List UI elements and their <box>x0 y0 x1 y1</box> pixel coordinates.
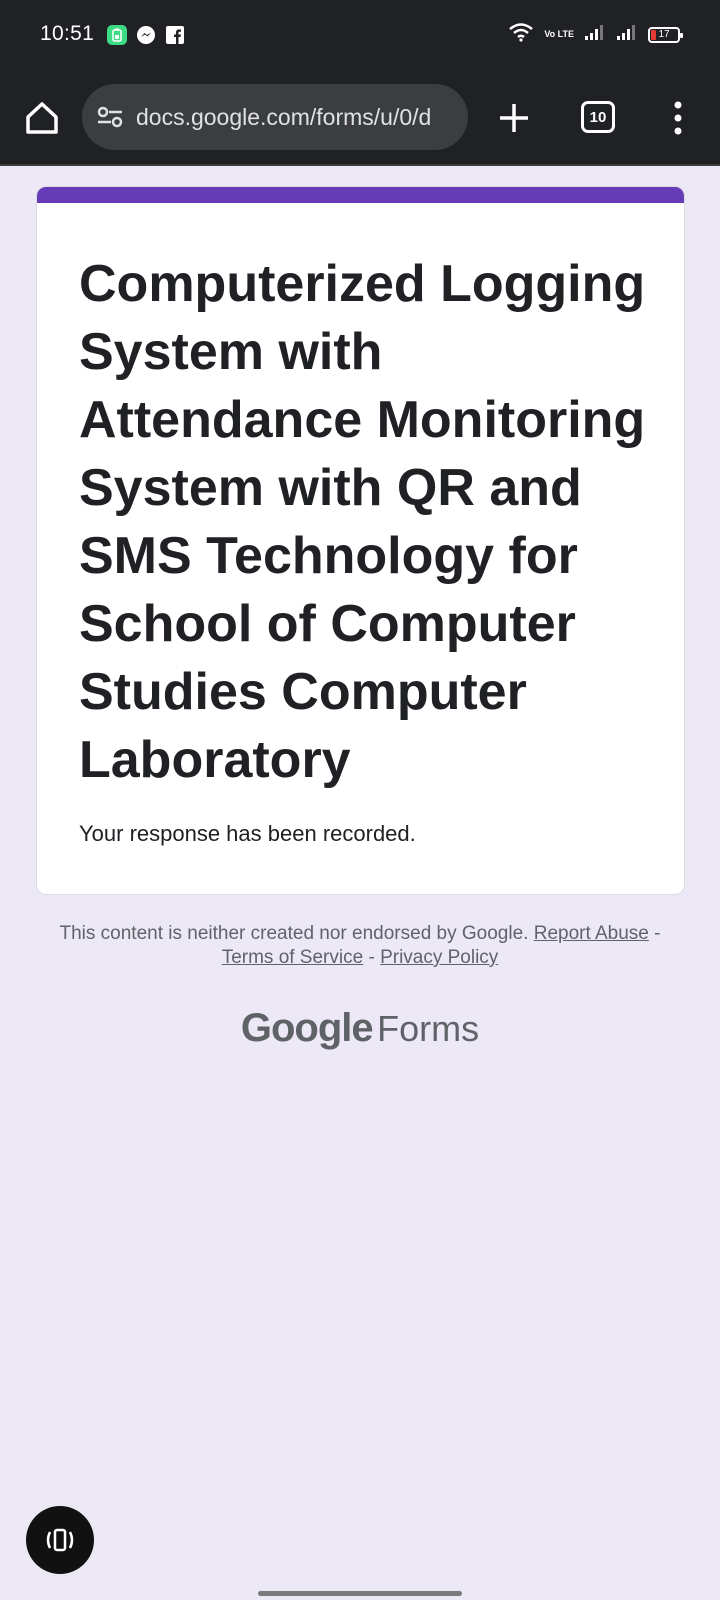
facebook-icon <box>165 25 185 45</box>
status-time: 10:51 <box>40 22 95 45</box>
site-settings-icon[interactable] <box>96 104 124 135</box>
browser-toolbar: docs.google.com/forms/u/0/d 10 <box>0 70 720 166</box>
plus-icon <box>500 104 528 132</box>
address-bar[interactable]: docs.google.com/forms/u/0/d <box>82 84 468 150</box>
battery-saver-icon <box>107 25 127 45</box>
home-button[interactable] <box>22 98 62 138</box>
card-accent-bar <box>37 187 684 203</box>
form-title: Computerized Logging System with Attenda… <box>79 255 646 789</box>
url-text[interactable]: docs.google.com/forms/u/0/d <box>136 104 431 131</box>
tab-switcher-button[interactable]: 10 <box>581 101 615 133</box>
form-card: Computerized Logging System with Attenda… <box>36 186 685 895</box>
home-icon <box>26 102 58 134</box>
disclaimer-text: This content is neither created nor endo… <box>59 923 529 944</box>
messenger-icon <box>136 25 156 45</box>
gesture-bar[interactable] <box>258 1591 462 1596</box>
brand-google: Google <box>240 1006 374 1050</box>
signal-icon <box>584 23 606 46</box>
more-vert-icon <box>674 101 682 135</box>
footer: This content is neither created nor endo… <box>50 922 670 970</box>
privacy-link[interactable]: Privacy Policy <box>380 947 498 968</box>
separator: - <box>654 923 661 944</box>
battery-icon: 17 <box>648 26 683 43</box>
terms-link[interactable]: Terms of Service <box>222 947 363 968</box>
confirmation-message: Your response has been recorded. <box>79 821 416 846</box>
phone-rotate-icon <box>46 1528 74 1552</box>
signal-icon-2 <box>616 23 638 46</box>
brand-forms: Forms <box>377 1008 480 1049</box>
screen-rotate-button[interactable] <box>26 1506 94 1574</box>
status-bar: 10:51 Vo LTE 17 <box>0 0 720 70</box>
battery-level: 17 <box>658 29 670 40</box>
separator: - <box>368 947 375 968</box>
volte-indicator: Vo LTE <box>544 29 574 39</box>
more-menu-button[interactable] <box>666 98 690 138</box>
new-tab-button[interactable] <box>494 98 534 138</box>
google-forms-logo[interactable]: Google Forms <box>0 1006 720 1051</box>
report-abuse-link[interactable]: Report Abuse <box>534 923 649 944</box>
wifi-icon <box>508 22 534 47</box>
